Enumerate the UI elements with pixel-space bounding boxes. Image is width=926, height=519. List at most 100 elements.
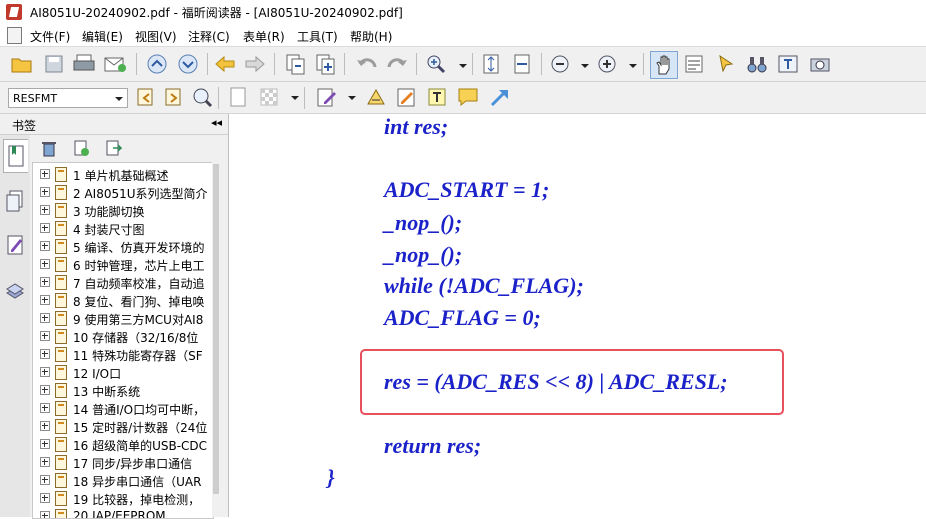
menu-comment[interactable]: 注释(C) [188, 28, 230, 45]
menu-edit[interactable]: 编辑(E) [82, 28, 123, 45]
expand-icon[interactable] [40, 385, 50, 395]
extract-page-icon[interactable] [313, 52, 337, 76]
find-binoculars-icon[interactable] [745, 52, 769, 76]
fit-width-icon[interactable] [510, 52, 534, 76]
bookmark-item[interactable]: 7 自动频率校准，自动追 [33, 273, 213, 291]
expand-icon[interactable] [40, 367, 50, 377]
text-box-icon[interactable] [425, 85, 449, 109]
pages-tab-icon[interactable] [3, 185, 27, 217]
expand-icon[interactable] [40, 457, 50, 467]
bookmark-item[interactable]: 2 AI8051U系列选型简介 [33, 183, 213, 201]
undo-icon[interactable] [355, 52, 379, 76]
fit-page-icon[interactable] [479, 52, 503, 76]
save-icon[interactable] [42, 52, 66, 76]
bookmark-item[interactable]: 13 中断系统 [33, 381, 213, 399]
chevron-down-icon[interactable] [629, 64, 637, 68]
hand-tool-icon[interactable] [650, 51, 678, 79]
delete-bookmark-icon[interactable] [38, 137, 60, 159]
expand-icon[interactable] [40, 241, 50, 251]
zoom-out-icon[interactable] [548, 52, 572, 76]
highlight-icon[interactable] [364, 85, 388, 109]
bookmark-item[interactable]: 15 定时器/计数器（24位 [33, 417, 213, 435]
chevron-down-icon[interactable] [291, 96, 299, 100]
bookmark-item[interactable]: 11 特殊功能寄存器（SF [33, 345, 213, 363]
bookmark-item[interactable]: 4 封装尺寸图 [33, 219, 213, 237]
next-page-icon[interactable] [176, 52, 200, 76]
open-folder-icon[interactable] [10, 52, 34, 76]
expand-icon[interactable] [40, 403, 50, 413]
chevron-down-icon[interactable] [348, 96, 356, 100]
expand-icon[interactable] [40, 421, 50, 431]
expand-icon[interactable] [40, 277, 50, 287]
expand-icon[interactable] [40, 349, 50, 359]
email-icon[interactable] [103, 52, 127, 76]
note-pencil-icon[interactable] [394, 85, 418, 109]
previous-page-icon[interactable] [145, 52, 169, 76]
zoom-in-icon[interactable] [595, 52, 619, 76]
bookmark-item[interactable]: 14 普通I/O口均可中断， [33, 399, 213, 417]
bookmarks-tab-icon[interactable] [3, 139, 28, 173]
menu-view[interactable]: 视图(V) [135, 28, 177, 45]
expand-icon[interactable] [40, 493, 50, 503]
layers-tab-icon[interactable] [3, 275, 27, 307]
bookmark-item[interactable]: 12 I/O口 [33, 363, 213, 381]
expand-icon[interactable] [40, 169, 50, 179]
annotations-tab-icon[interactable] [3, 229, 27, 261]
bookmark-item[interactable]: 9 使用第三方MCU对AI8 [33, 309, 213, 327]
expand-icon[interactable] [40, 223, 50, 233]
pointer-icon[interactable] [714, 52, 738, 76]
bookmark-properties-icon[interactable] [102, 137, 124, 159]
next-bookmark-icon[interactable] [162, 85, 186, 109]
menu-form[interactable]: 表单(R) [243, 28, 285, 45]
forward-arrow-icon[interactable] [243, 52, 267, 76]
expand-icon[interactable] [40, 313, 50, 323]
expand-icon[interactable] [40, 439, 50, 449]
menu-help[interactable]: 帮助(H) [350, 28, 392, 45]
transparency-icon[interactable] [257, 85, 281, 109]
bookmark-item[interactable]: 19 比较器，掉电检测， [33, 489, 213, 507]
search-zoom-icon[interactable] [190, 85, 214, 109]
font-name-select[interactable]: RESFMT [8, 88, 128, 108]
expand-icon[interactable] [40, 187, 50, 197]
expand-icon[interactable] [40, 259, 50, 269]
document-icon[interactable] [7, 27, 22, 44]
prev-bookmark-icon[interactable] [134, 85, 158, 109]
zoom-in-tool-icon[interactable] [424, 52, 448, 76]
bookmark-item[interactable]: 16 超级简单的USB-CDC [33, 435, 213, 453]
expand-icon[interactable] [40, 205, 50, 215]
expand-icon[interactable] [40, 475, 50, 485]
menu-tools[interactable]: 工具(T) [297, 28, 338, 45]
back-arrow-icon[interactable] [213, 52, 237, 76]
collapse-panel-icon[interactable]: ◂◂ [211, 116, 222, 129]
bookmark-item[interactable]: 3 功能脚切换 [33, 201, 213, 219]
insert-page-icon[interactable] [283, 52, 307, 76]
expand-icon[interactable] [40, 295, 50, 305]
print-icon[interactable] [72, 52, 96, 76]
snapshot-camera-icon[interactable] [808, 52, 832, 76]
bookmark-item[interactable]: 1 单片机基础概述 [33, 165, 213, 183]
expand-icon[interactable] [40, 511, 50, 518]
bookmark-item[interactable]: 8 复位、看门狗、掉电唤 [33, 291, 213, 309]
add-bookmark-icon[interactable] [70, 137, 92, 159]
menu-file[interactable]: 文件(F) [30, 28, 70, 45]
bookmark-item[interactable]: 6 时钟管理，芯片上电工 [33, 255, 213, 273]
chevron-down-icon[interactable] [581, 64, 589, 68]
chevron-down-icon[interactable] [459, 64, 467, 68]
document-view[interactable]: int res; ADC_START = 1; _nop_(); _nop_()… [229, 114, 926, 517]
bookmark-scrollbar[interactable] [212, 162, 220, 517]
bookmark-item[interactable]: 5 编译、仿真开发环境的 [33, 237, 213, 255]
bookmark-label: 15 定时器/计数器（24位 [73, 421, 208, 435]
comment-icon[interactable] [456, 85, 480, 109]
scrollbar-thumb[interactable] [213, 164, 219, 494]
bookmark-item[interactable]: 18 异步串口通信（UAR [33, 471, 213, 489]
typewriter-icon[interactable] [776, 52, 800, 76]
bookmark-item[interactable]: 17 同步/异步串口通信 [33, 453, 213, 471]
edit-text-icon[interactable] [314, 85, 338, 109]
redo-icon[interactable] [385, 52, 409, 76]
page-icon[interactable] [226, 85, 250, 109]
arrow-tool-icon[interactable] [488, 85, 512, 109]
bookmark-item[interactable]: 20 IAP/EEPROM [33, 507, 213, 518]
expand-icon[interactable] [40, 331, 50, 341]
bookmark-item[interactable]: 10 存储器（32/16/8位 [33, 327, 213, 345]
select-text-icon[interactable] [682, 52, 706, 76]
